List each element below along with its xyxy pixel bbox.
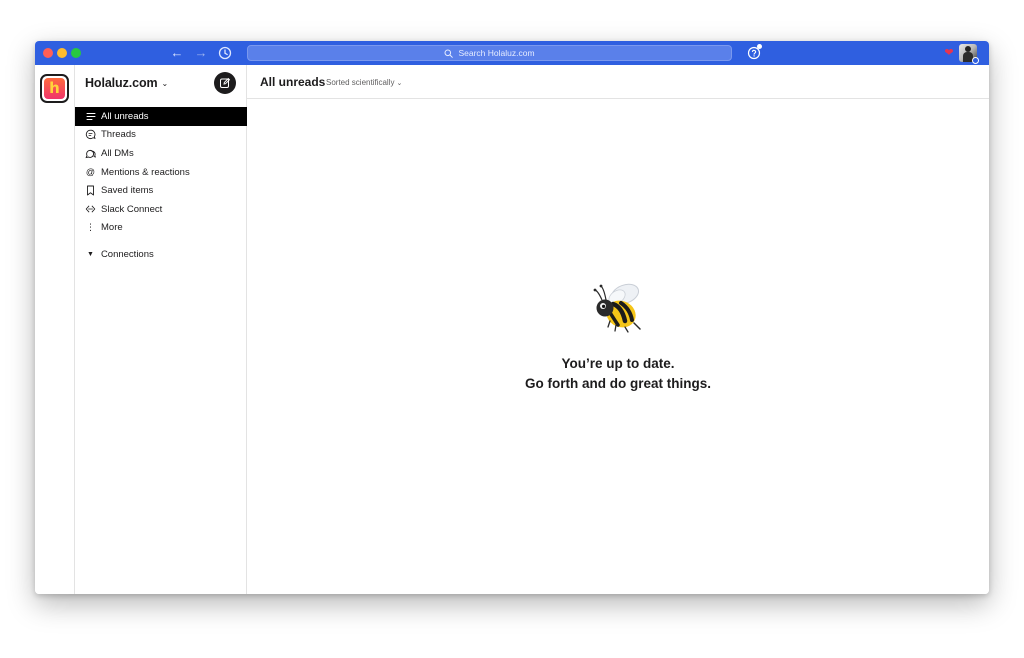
main-header: All unreads Sorted scientifically ⌄ [247,65,989,99]
workspace-logo-letter: h [49,79,60,97]
presence-status-icon [972,57,979,64]
workspace-switcher-icon[interactable]: h [40,74,69,103]
sidebar-item-slack-connect[interactable]: Slack Connect [75,200,247,219]
app-window: ← → Search Holaluz.com ❤ h Holaluz.com ⌄… [35,41,989,594]
sidebar-item-label: All unreads [101,110,149,122]
caret-down-icon: ▼ [87,250,94,258]
page-title: All unreads [260,75,326,89]
sidebar-item-label: More [101,222,123,234]
sidebar-item-label: Mentions & reactions [101,166,190,178]
sidebar: Holaluz.com ⌄ All unreads Threads All DM… [75,65,247,594]
sort-label: Sorted scientifically [326,78,395,87]
slack-connect-icon [85,204,96,215]
sidebar-item-label: Saved items [101,185,154,197]
status-heart-icon[interactable]: ❤ [943,47,955,59]
sidebar-nav: All unreads Threads All DMs @ Mentions &… [75,107,247,237]
search-placeholder: Search Holaluz.com [458,48,535,58]
empty-state-title: You’re up to date. [561,356,675,371]
sidebar-item-all-dms[interactable]: All DMs [75,144,247,163]
back-arrow-icon[interactable]: ← [168,44,186,62]
sort-dropdown[interactable]: Sorted scientifically ⌄ [326,78,402,87]
chevron-down-icon: ⌄ [396,80,403,87]
compose-icon [220,77,231,88]
window-minimize-button[interactable] [57,48,67,58]
dms-icon [85,148,96,159]
main-pane: All unreads Sorted scientifically ⌄ You’… [247,65,989,594]
workspace-logo: h [44,78,65,99]
chevron-down-icon: ⌄ [161,78,169,88]
empty-state-subtitle: Go forth and do great things. [525,376,711,391]
bookmark-icon [85,185,96,196]
compose-button[interactable] [214,72,236,94]
search-icon [444,49,454,58]
window-close-button[interactable] [43,48,53,58]
sidebar-item-threads[interactable]: Threads [75,126,247,145]
workspace-rail: h [35,65,75,594]
sidebar-item-mentions-reactions[interactable]: @ Mentions & reactions [75,163,247,182]
bee-icon [593,283,641,333]
sidebar-item-saved-items[interactable]: Saved items [75,181,247,200]
threads-icon [85,129,96,140]
sidebar-item-label: Threads [101,129,136,141]
sidebar-item-all-unreads[interactable]: All unreads [75,107,247,126]
forward-arrow-icon[interactable]: → [192,44,210,62]
sidebar-item-more[interactable]: ⋮ More [75,219,247,238]
section-label: Connections [100,248,154,260]
window-maximize-button[interactable] [71,48,81,58]
sidebar-item-label: Slack Connect [101,203,163,215]
workspace-menu-button[interactable]: Holaluz.com ⌄ [85,75,168,91]
help-notification-dot [757,44,762,49]
lines-icon [85,111,96,122]
history-clock-icon[interactable] [216,44,234,62]
title-bar: ← → Search Holaluz.com ❤ [35,41,989,65]
search-bar[interactable]: Search Holaluz.com [247,45,732,61]
more-vertical-icon: ⋮ [86,222,95,233]
at-icon: @ [85,167,96,178]
workspace-name: Holaluz.com [85,76,158,90]
section-connections[interactable]: ▼ Connections [75,246,247,262]
sidebar-item-label: All DMs [101,147,134,159]
